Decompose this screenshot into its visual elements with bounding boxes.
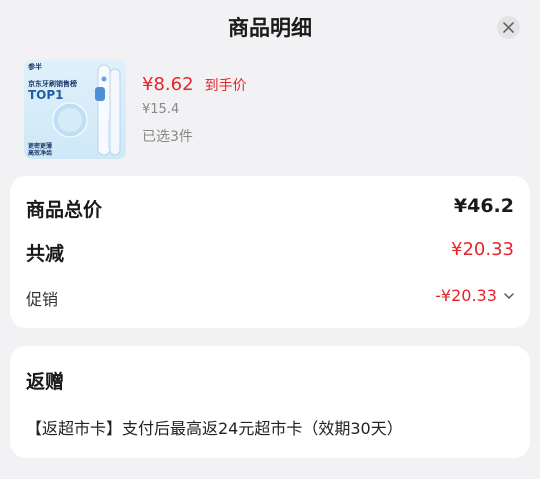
reduce-value: ¥20.33	[451, 239, 514, 260]
total-row: 商品总价 ¥46.2	[26, 195, 514, 221]
reduce-label: 共减	[26, 243, 65, 265]
promo-value: -¥20.33	[435, 286, 497, 305]
selected-count: 已选3件	[142, 129, 193, 145]
gift-card: 返赠 【返超市卡】支付后最高返24元超市卡（效期30天）	[10, 346, 530, 458]
total-label: 商品总价	[26, 199, 103, 221]
reduce-row: 共减 ¥20.33	[26, 239, 514, 265]
chevron-down-icon	[504, 293, 514, 299]
thumb-slogan: 更密更薄 高效净齿	[28, 143, 52, 157]
close-button[interactable]	[497, 16, 520, 39]
final-price-tag: 到手价	[204, 78, 247, 94]
product-summary: 参半 京东牙刷销售榜 TOP1 更密更薄 高效净齿 ¥8.62 到手价 ¥15.…	[24, 59, 524, 159]
original-price: ¥15.4	[142, 102, 180, 117]
thumb-slogan-line: 高效净齿	[28, 150, 53, 157]
gift-title: 返赠	[26, 371, 65, 393]
page-title: 商品明细	[228, 16, 312, 40]
final-price: ¥8.62	[142, 74, 194, 95]
thumb-slogan-line: 更密更薄	[28, 143, 53, 150]
close-icon	[503, 22, 514, 33]
price-line: ¥8.62 到手价	[142, 74, 247, 95]
gift-description: 【返超市卡】支付后最高返24元超市卡（效期30天）	[26, 419, 403, 438]
total-value: ¥46.2	[453, 195, 514, 217]
price-summary-card: 商品总价 ¥46.2 共减 ¥20.33 促销 -¥20.33	[10, 176, 530, 328]
product-thumbnail[interactable]: 参半 京东牙刷销售榜 TOP1 更密更薄 高效净齿	[24, 59, 126, 159]
header: 商品明细	[0, 0, 540, 54]
promo-row[interactable]: 促销 -¥20.33	[26, 286, 514, 310]
promo-label: 促销	[26, 290, 59, 309]
promo-value-wrap[interactable]: -¥20.33	[435, 286, 514, 305]
